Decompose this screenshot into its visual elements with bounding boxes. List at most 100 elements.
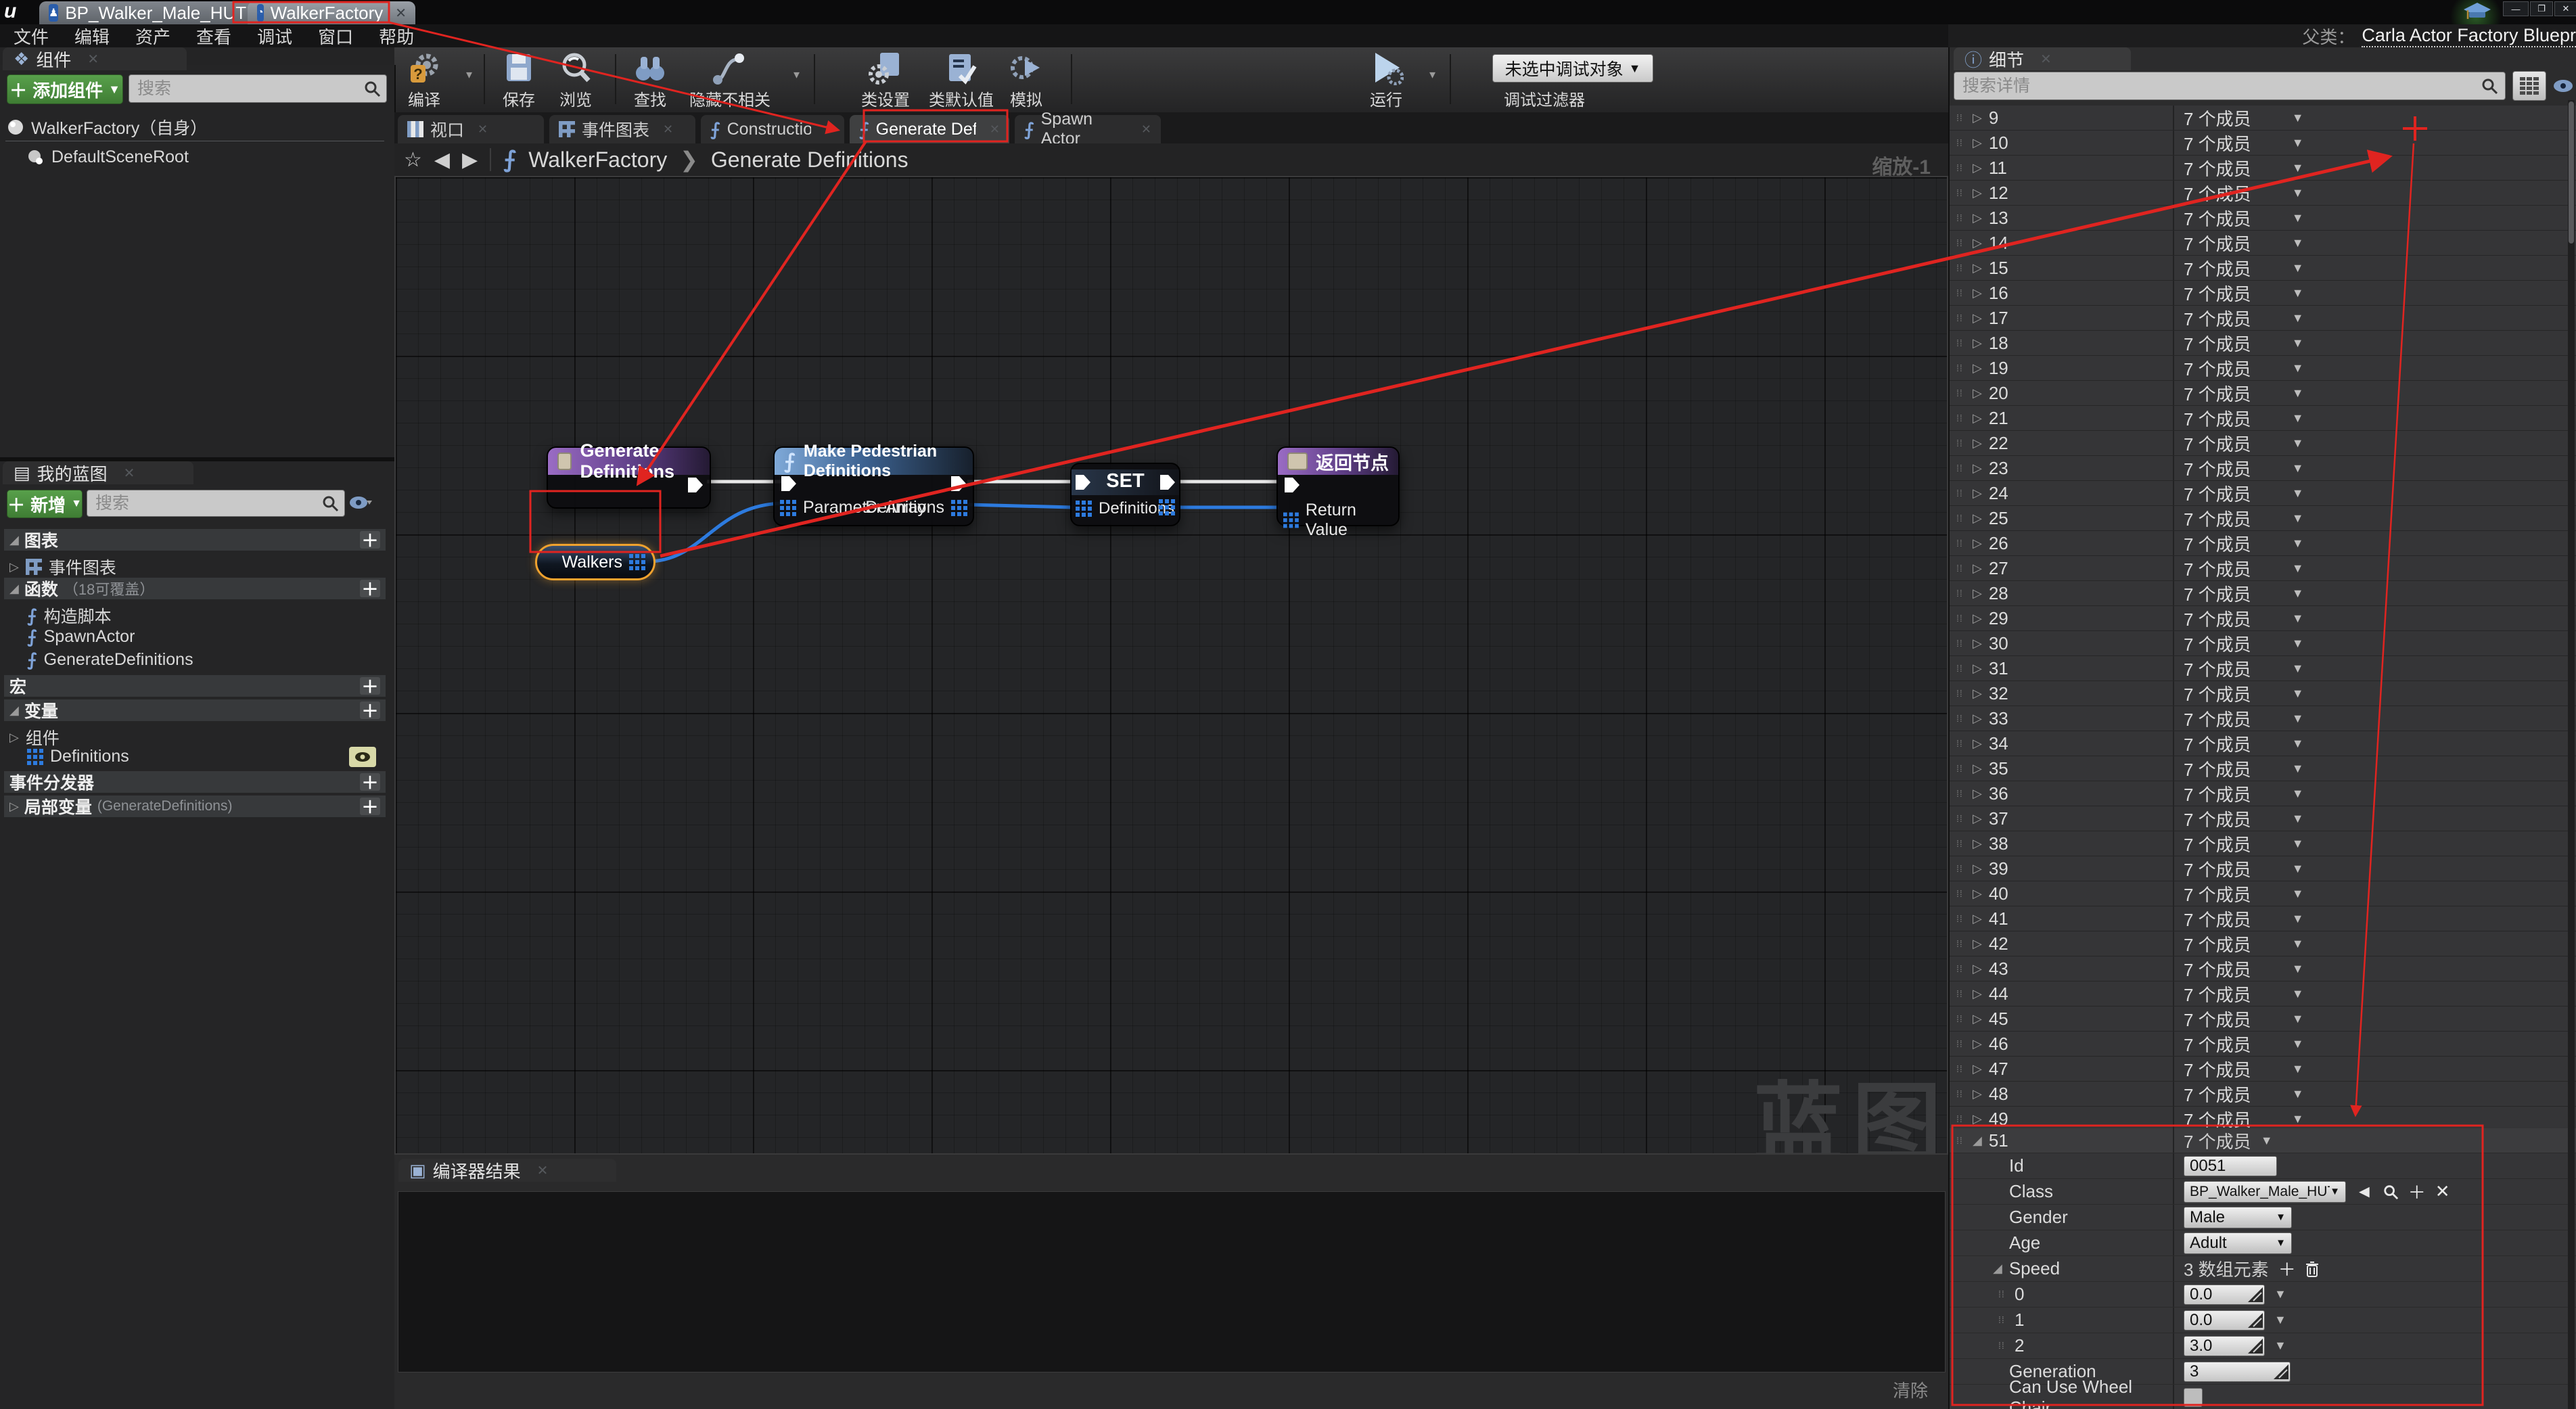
menu-asset[interactable]: 资产 [135, 24, 170, 49]
drag-handle[interactable]: ⁞⁞ [1956, 914, 1966, 923]
caret-right-icon[interactable]: ▷ [1973, 737, 1982, 751]
array-pin-icon[interactable] [629, 554, 645, 570]
drag-handle[interactable]: ⁞⁞ [1956, 238, 1966, 248]
details-array-row-30[interactable]: ⁞⁞ ▷ 30 7 个成员 ▼ [1950, 631, 2576, 656]
find-button[interactable]: 查找 [632, 50, 668, 110]
details-array-row-39[interactable]: ⁞⁞ ▷ 39 7 个成员 ▼ [1950, 856, 2576, 881]
new-button[interactable]: ＋ 新增 ▼ [7, 490, 83, 518]
drag-handle[interactable]: ⁞⁞ [1956, 288, 1966, 298]
details-array-row-22[interactable]: ⁞⁞ ▷ 22 7 个成员 ▼ [1950, 431, 2576, 456]
row-actions-dropdown[interactable]: ▼ [2292, 211, 2304, 225]
row-actions-dropdown[interactable]: ▼ [2292, 1062, 2304, 1076]
browse-to-asset-icon[interactable] [2383, 1184, 2399, 1200]
details-array-row-11[interactable]: ⁞⁞ ▷ 11 7 个成员 ▼ [1950, 156, 2576, 181]
caret-right-icon[interactable]: ▷ [1973, 386, 1982, 400]
menu-edit[interactable]: 编辑 [74, 24, 110, 49]
caret-right-icon[interactable]: ▷ [1973, 687, 1982, 701]
row-actions-dropdown[interactable]: ▼ [2292, 186, 2304, 200]
caret-right-icon[interactable]: ▷ [1973, 1087, 1982, 1101]
drag-handle[interactable]: ⁞⁞ [1956, 363, 1966, 373]
details-array-row-34[interactable]: ⁞⁞ ▷ 34 7 个成员 ▼ [1950, 731, 2576, 756]
details-array-row-47[interactable]: ⁞⁞ ▷ 47 7 个成员 ▼ [1950, 1057, 2576, 1082]
section-graphs[interactable]: ◢ 图表 ＋ [4, 529, 386, 551]
details-array-row-37[interactable]: ⁞⁞ ▷ 37 7 个成员 ▼ [1950, 806, 2576, 831]
my-blueprint-search-input[interactable] [87, 493, 321, 513]
drag-handle[interactable]: ⁞⁞ [1998, 1289, 2008, 1299]
menu-view[interactable]: 查看 [196, 24, 231, 49]
tab-event-graph[interactable]: 事件图表 ✕ [549, 115, 695, 143]
caret-right-icon[interactable]: ▷ [1973, 436, 1982, 451]
details-array-row-35[interactable]: ⁞⁞ ▷ 35 7 个成员 ▼ [1950, 756, 2576, 781]
caret-right-icon[interactable]: ▷ [1973, 486, 1982, 501]
caret-right-icon[interactable]: ▷ [1973, 1037, 1982, 1051]
class-settings-button[interactable]: 类设置 [861, 50, 910, 110]
details-search-input[interactable] [1954, 76, 2481, 96]
element-dropdown[interactable]: ▼ [2274, 1313, 2286, 1327]
row-actions-dropdown[interactable]: ▼ [2292, 511, 2304, 526]
components-search-input[interactable] [129, 78, 363, 99]
caret-right-icon[interactable]: ▷ [1973, 637, 1982, 651]
caret-right-icon[interactable]: ▷ [1973, 111, 1982, 125]
exec-output-pin[interactable] [1159, 473, 1176, 491]
caret-right-icon[interactable]: ▷ [1973, 511, 1982, 526]
close-icon[interactable]: ✕ [663, 122, 673, 137]
caret-right-icon[interactable]: ▷ [1973, 286, 1982, 300]
display-filter-eye-icon[interactable] [2553, 78, 2573, 93]
exec-output-pin[interactable] [687, 476, 704, 494]
details-array-row-10[interactable]: ⁞⁞ ▷ 10 7 个成员 ▼ [1950, 131, 2576, 156]
menu-file[interactable]: 文件 [14, 24, 49, 49]
tab-generate-definition[interactable]: ⨍ Generate Definitior✕ [850, 115, 1009, 143]
row-actions-dropdown[interactable]: ▼ [2292, 486, 2304, 501]
drag-handle[interactable]: ⁞⁞ [1956, 814, 1966, 823]
caret-right-icon[interactable]: ▷ [1973, 236, 1982, 250]
caret-right-icon[interactable]: ▷ [1973, 862, 1982, 876]
row-actions-dropdown[interactable]: ▼ [2292, 637, 2304, 651]
tree-item-generatedefinitions[interactable]: ⨍ GenerateDefinitions [27, 649, 193, 670]
tab-viewport[interactable]: 视口 ✕ [398, 115, 544, 143]
exec-input-pin[interactable] [1074, 473, 1092, 491]
components-panel-tab[interactable]: ❖ 组件 ✕ [3, 47, 187, 70]
tab-construction-script[interactable]: ⨍ Construction Script✕ [701, 115, 844, 143]
restore-button[interactable]: ❐ [2530, 1, 2553, 16]
drag-handle[interactable]: ⁞⁞ [1956, 839, 1966, 848]
node-return[interactable]: 返回节点 Return Value [1276, 446, 1400, 539]
details-array-row-18[interactable]: ⁞⁞ ▷ 18 7 个成员 ▼ [1950, 331, 2576, 356]
tree-item-definitions-variable[interactable]: Definitions [27, 746, 386, 767]
details-array-row-13[interactable]: ⁞⁞ ▷ 13 7 个成员 ▼ [1950, 206, 2576, 231]
row-actions-dropdown[interactable]: ▼ [2292, 787, 2304, 801]
caret-right-icon[interactable]: ▷ [1973, 611, 1982, 626]
add-macro-button[interactable]: ＋ [360, 677, 380, 697]
caret-right-icon[interactable]: ▷ [1973, 1112, 1982, 1126]
close-icon[interactable]: ✕ [2040, 51, 2052, 68]
row-actions-dropdown[interactable]: ▼ [2292, 411, 2304, 425]
drag-handle[interactable]: ⁞⁞ [1956, 639, 1966, 648]
caret-right-icon[interactable]: ▷ [1973, 411, 1982, 425]
drag-handle[interactable]: ⁞⁞ [1956, 1136, 1966, 1145]
compiler-results-tab[interactable]: ▣ 编译器结果 ✕ [398, 1159, 616, 1182]
tree-group-components[interactable]: ▷ 组件 [9, 725, 60, 749]
drag-handle[interactable]: ⁞⁞ [1956, 889, 1966, 898]
details-array-row-26[interactable]: ⁞⁞ ▷ 26 7 个成员 ▼ [1950, 531, 2576, 556]
drag-handle[interactable]: ⁞⁞ [1956, 113, 1966, 122]
exec-input-pin[interactable] [780, 475, 798, 492]
row-actions-dropdown[interactable]: ▼ [2292, 336, 2304, 350]
caret-right-icon[interactable]: ▷ [1973, 837, 1982, 851]
caret-right-icon[interactable]: ▷ [1973, 186, 1982, 200]
drag-handle[interactable]: ⁞⁞ [1956, 188, 1966, 198]
drag-handle[interactable]: ⁞⁞ [1956, 263, 1966, 273]
simulate-button[interactable]: 模拟 [1009, 50, 1044, 110]
row-actions-dropdown[interactable]: ▼ [2292, 937, 2304, 951]
caret-right-icon[interactable]: ▷ [1973, 887, 1982, 901]
drag-handle[interactable]: ⁞⁞ [1956, 213, 1966, 223]
close-icon[interactable]: ✕ [87, 51, 99, 68]
drag-handle[interactable]: ⁞⁞ [1956, 513, 1966, 523]
drag-handle[interactable]: ⁞⁞ [1956, 388, 1966, 398]
row-actions-dropdown[interactable]: ▼ [2292, 536, 2304, 551]
close-icon[interactable]: ✕ [124, 465, 135, 482]
row-actions-dropdown[interactable]: ▼ [2292, 261, 2304, 275]
minimize-button[interactable]: — [2503, 1, 2529, 16]
add-dispatcher-button[interactable]: ＋ [360, 773, 380, 793]
tree-item-construction-script[interactable]: ⨍ 构造脚本 [27, 603, 112, 628]
section-macros[interactable]: 宏 ＋ [4, 675, 386, 697]
row-actions-dropdown[interactable]: ▼ [2292, 561, 2304, 576]
